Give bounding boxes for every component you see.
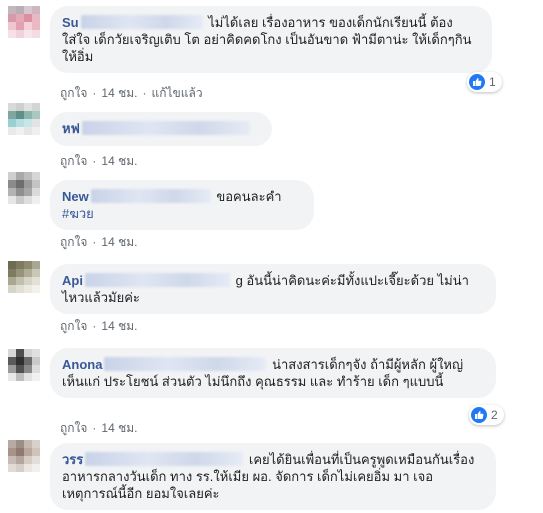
comment-bubble: Anona น่าสงสารเด็กๆจัง ถ้ามีผู้หลัก ผู้ใ… <box>50 348 496 398</box>
comment-author[interactable]: Api <box>62 273 83 288</box>
avatar[interactable] <box>8 103 40 135</box>
redacted-name <box>85 452 244 466</box>
comment-bubble: New ขอคนละคำ #ฆวย <box>50 180 314 230</box>
comment-bubble: Api g อันนี้น่าคิดนะค่ะมีทั้งแปะเจี๊ยะด้… <box>50 264 496 314</box>
like-link[interactable]: ถูกใจ <box>60 235 87 249</box>
avatar[interactable] <box>8 6 40 38</box>
like-link[interactable]: ถูกใจ <box>60 319 87 333</box>
reaction-number: 2 <box>491 408 498 422</box>
like-link[interactable]: ถูกใจ <box>60 154 87 168</box>
comment-meta: ถูกใจ · 14 ชม. · แก้ไขแล้ว <box>60 86 203 100</box>
comment-bubble: Su ไม่ได้เลย เรื่องอาหาร ของเด็กนักเรียน… <box>50 6 492 73</box>
redacted-name <box>84 273 230 287</box>
comment-author[interactable]: หฟ <box>62 121 80 136</box>
comment-author[interactable]: Su <box>62 15 79 30</box>
redacted-name <box>104 357 267 371</box>
comment-author[interactable]: Anona <box>62 357 102 372</box>
comment-author[interactable]: วรร <box>62 452 83 467</box>
avatar[interactable] <box>8 172 40 204</box>
reaction-count[interactable]: 1 <box>467 72 502 92</box>
redacted-name <box>90 189 211 203</box>
timestamp[interactable]: 14 ชม. <box>101 235 137 249</box>
timestamp[interactable]: 14 ชม. <box>101 86 137 100</box>
timestamp[interactable]: 14 ชม. <box>101 319 137 333</box>
comment-meta: ถูกใจ · 14 ชม. <box>60 319 138 333</box>
thumbs-up-icon <box>471 407 487 423</box>
like-link[interactable]: ถูกใจ <box>60 421 87 435</box>
comment-meta: ถูกใจ · 14 ชม. <box>60 421 138 435</box>
like-link[interactable]: ถูกใจ <box>60 86 87 100</box>
reaction-number: 1 <box>489 75 496 89</box>
edited-label[interactable]: แก้ไขแล้ว <box>152 86 203 100</box>
avatar[interactable] <box>8 349 40 381</box>
comment-author[interactable]: New <box>62 189 89 204</box>
reaction-count[interactable]: 2 <box>469 405 504 425</box>
comment-meta: ถูกใจ · 14 ชม. <box>60 235 138 249</box>
timestamp[interactable]: 14 ชม. <box>101 421 137 435</box>
hashtag-link[interactable]: #ฆวย <box>62 206 94 221</box>
thumbs-up-icon <box>469 74 485 90</box>
redacted-name <box>80 15 203 29</box>
comment-bubble: หฟ <box>50 112 272 146</box>
avatar[interactable] <box>8 440 40 472</box>
comment-meta: ถูกใจ · 14 ชม. <box>60 154 138 168</box>
comment-text: ขอคนละคำ <box>216 189 282 204</box>
comment-bubble: วรร เคยได้ยินเพื่อนที่เป็นครูพูดเหมือนกั… <box>50 443 496 510</box>
avatar[interactable] <box>8 261 40 293</box>
redacted-name <box>81 121 250 135</box>
timestamp[interactable]: 14 ชม. <box>101 154 137 168</box>
